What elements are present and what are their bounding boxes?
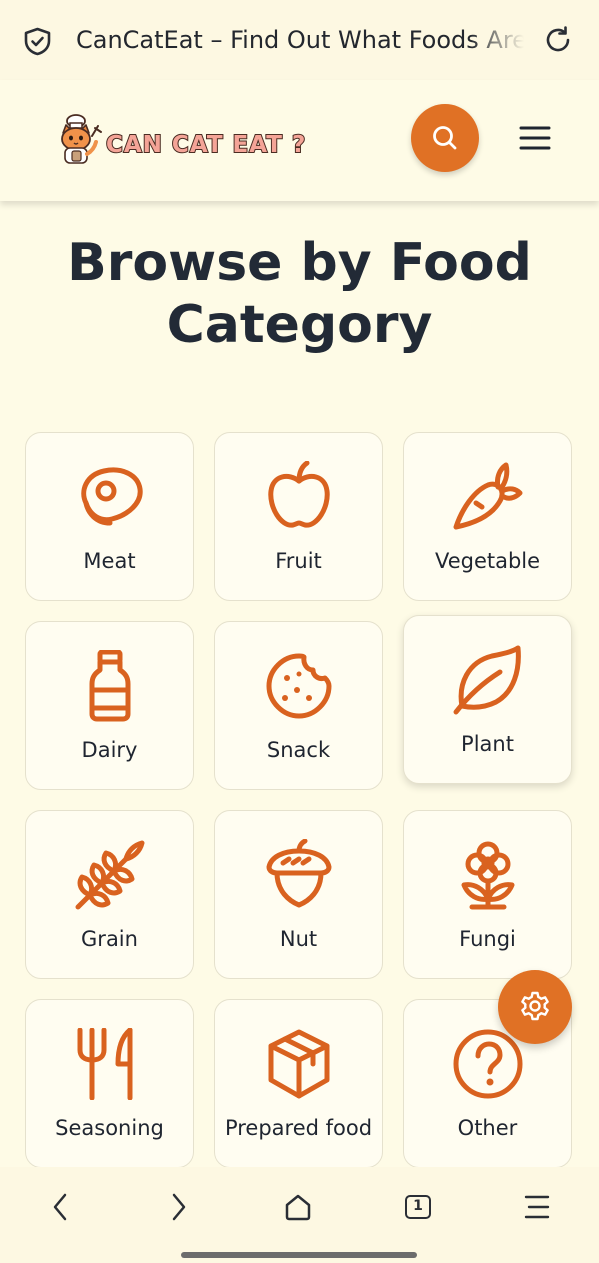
chevron-left-icon [53, 1193, 67, 1221]
search-button[interactable] [411, 104, 479, 172]
category-card-prepared-food[interactable]: Prepared food [214, 999, 383, 1167]
gear-icon [521, 991, 549, 1021]
tabs-button[interactable]: 1 [398, 1187, 438, 1227]
utensils-icon [77, 1028, 132, 1100]
site-logo-text[interactable]: CAN CAT EAT ? [105, 128, 306, 162]
chevron-right-icon [172, 1193, 186, 1221]
apple-icon [267, 461, 330, 528]
box-icon [268, 1029, 329, 1099]
flower-icon [461, 841, 514, 910]
wheat-icon [75, 840, 144, 910]
category-label: Prepared food [224, 1116, 373, 1140]
gesture-home-bar[interactable] [181, 1252, 417, 1258]
category-card-plant[interactable]: Plant [403, 615, 572, 784]
category-label: Grain [81, 927, 138, 951]
browser-menu-button[interactable] [517, 1187, 557, 1227]
category-card-snack[interactable]: Snack [214, 621, 383, 790]
category-card-fruit[interactable]: Fruit [214, 432, 383, 601]
browser-bottom-nav: 1 [0, 1167, 599, 1263]
question-circle-icon [453, 1029, 522, 1099]
leaf-icon [453, 645, 521, 715]
milk-bottle-icon [89, 650, 130, 722]
forward-button[interactable] [159, 1187, 199, 1227]
acorn-icon [266, 839, 331, 908]
category-label: Plant [461, 732, 514, 756]
category-label: Meat [83, 549, 136, 573]
search-icon [433, 126, 457, 150]
category-card-seasoning[interactable]: Seasoning [25, 999, 194, 1167]
category-label: Nut [279, 927, 318, 951]
cat-chef-logo-icon[interactable] [54, 114, 104, 166]
menu-lines-icon [524, 1195, 550, 1219]
category-card-meat[interactable]: Meat [25, 432, 194, 601]
category-card-nut[interactable]: Nut [214, 810, 383, 979]
carrot-icon [453, 462, 522, 530]
home-button[interactable] [278, 1187, 318, 1227]
hamburger-menu-icon[interactable] [519, 124, 551, 152]
category-label: Fruit [275, 549, 322, 573]
tab-count-badge: 1 [405, 1195, 431, 1219]
category-card-vegetable[interactable]: Vegetable [403, 432, 572, 601]
category-card-dairy[interactable]: Dairy [25, 621, 194, 790]
meat-icon [80, 467, 143, 526]
category-label: Vegetable [434, 549, 541, 573]
category-label: Snack [266, 738, 331, 762]
category-label: Other [457, 1116, 518, 1140]
category-label: Seasoning [55, 1116, 164, 1140]
category-card-fungi[interactable]: Fungi [403, 810, 572, 979]
category-card-grain[interactable]: Grain [25, 810, 194, 979]
settings-button[interactable] [498, 970, 572, 1044]
category-label: Dairy [81, 738, 138, 762]
category-label: Fungi [459, 927, 516, 951]
cookie-icon [266, 653, 331, 719]
site-header: CAN CAT EAT ? [0, 80, 599, 201]
home-icon [285, 1194, 311, 1221]
back-button[interactable] [40, 1187, 80, 1227]
